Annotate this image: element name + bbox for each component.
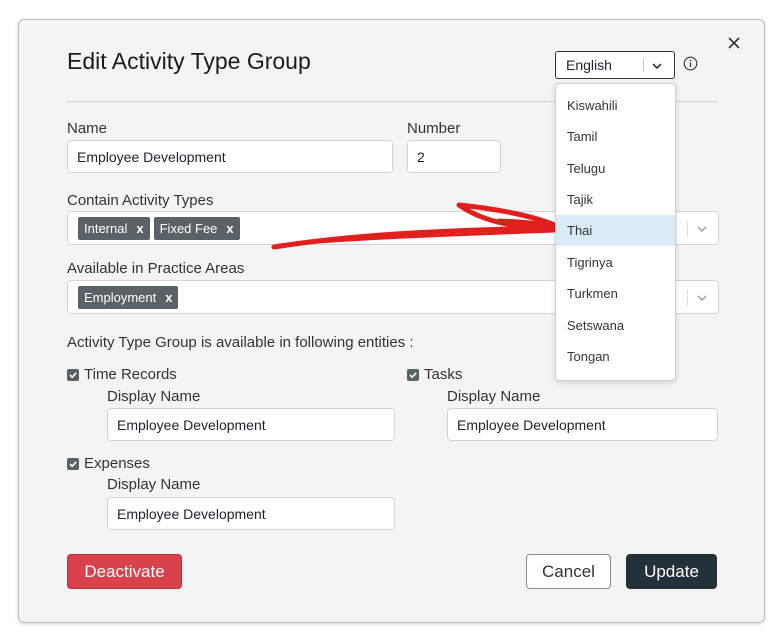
tasks-label: Tasks: [424, 366, 463, 383]
entities-heading: Activity Type Group is available in foll…: [67, 334, 414, 351]
cancel-button[interactable]: Cancel: [526, 554, 611, 589]
language-select-separator: [643, 58, 644, 72]
deactivate-button[interactable]: Deactivate: [67, 554, 182, 589]
number-label: Number: [407, 120, 461, 137]
check-icon[interactable]: [407, 368, 419, 381]
update-button[interactable]: Update: [626, 554, 717, 589]
tag-label: Fixed Fee: [159, 220, 218, 236]
language-option-tongan[interactable]: Tongan: [556, 341, 675, 372]
activity-types-label: Contain Activity Types: [67, 192, 214, 209]
edit-activity-type-group-modal: Edit Activity Type Group English Name Em…: [18, 19, 765, 623]
multiselect-separator: [687, 221, 688, 237]
chevron-down-icon[interactable]: [697, 224, 707, 234]
language-option-thai[interactable]: Thai: [556, 215, 675, 246]
name-input-value: Employee Development: [77, 148, 226, 165]
tag-remove-button[interactable]: x: [136, 221, 143, 236]
info-icon[interactable]: [683, 56, 698, 71]
language-option-tajik[interactable]: Tajik: [556, 184, 675, 215]
expenses-display-name-input[interactable]: Employee Development: [107, 497, 395, 530]
expenses-display-label: Display Name: [107, 476, 201, 493]
language-option-kiswahili[interactable]: Kiswahili: [556, 90, 675, 121]
tag-label: Internal: [84, 220, 128, 236]
multiselect-separator: [687, 290, 688, 306]
language-option-tigrinya[interactable]: Tigrinya: [556, 247, 675, 278]
expenses-display-name-value: Employee Development: [117, 505, 266, 522]
language-dropdown-menu: Kiswahili Tamil Telugu Tajik Thai Tigrin…: [555, 83, 676, 381]
language-option-turkmen[interactable]: Turkmen: [556, 278, 675, 309]
name-input[interactable]: Employee Development: [67, 140, 393, 173]
language-option-telugu[interactable]: Telugu: [556, 153, 675, 184]
number-input-value: 2: [417, 148, 425, 165]
modal-title: Edit Activity Type Group: [67, 48, 311, 74]
tag-remove-button[interactable]: x: [226, 221, 233, 236]
expenses-checkbox[interactable]: Expenses: [67, 455, 150, 472]
name-label: Name: [67, 120, 108, 137]
language-option-setswana[interactable]: Setswana: [556, 310, 675, 341]
check-icon[interactable]: [67, 368, 79, 381]
tag-label: Employment: [84, 289, 157, 305]
time-records-checkbox[interactable]: Time Records: [67, 366, 177, 383]
time-records-display-name-value: Employee Development: [117, 416, 266, 433]
tag-remove-button[interactable]: x: [165, 290, 172, 305]
time-records-display-name-input[interactable]: Employee Development: [107, 408, 395, 441]
time-records-display-label: Display Name: [107, 388, 201, 405]
tag-fixed-fee: Fixed Fee x: [153, 216, 240, 240]
tasks-display-label: Display Name: [447, 388, 541, 405]
language-select[interactable]: English: [555, 51, 675, 79]
time-records-label: Time Records: [84, 366, 177, 383]
tag-internal: Internal x: [78, 216, 150, 240]
language-selected-value: English: [566, 57, 612, 73]
practice-areas-label: Available in Practice Areas: [67, 260, 245, 277]
expenses-label: Expenses: [84, 455, 150, 472]
tasks-display-name-input[interactable]: Employee Development: [447, 408, 718, 441]
language-option-tamil[interactable]: Tamil: [556, 121, 675, 152]
tasks-checkbox[interactable]: Tasks: [407, 366, 462, 383]
number-input[interactable]: 2: [407, 140, 501, 173]
chevron-down-icon[interactable]: [697, 293, 707, 303]
tasks-display-name-value: Employee Development: [457, 416, 606, 433]
tag-employment: Employment x: [78, 285, 179, 309]
close-icon[interactable]: [725, 34, 743, 52]
check-icon[interactable]: [67, 457, 79, 470]
chevron-down-icon[interactable]: [652, 61, 662, 71]
